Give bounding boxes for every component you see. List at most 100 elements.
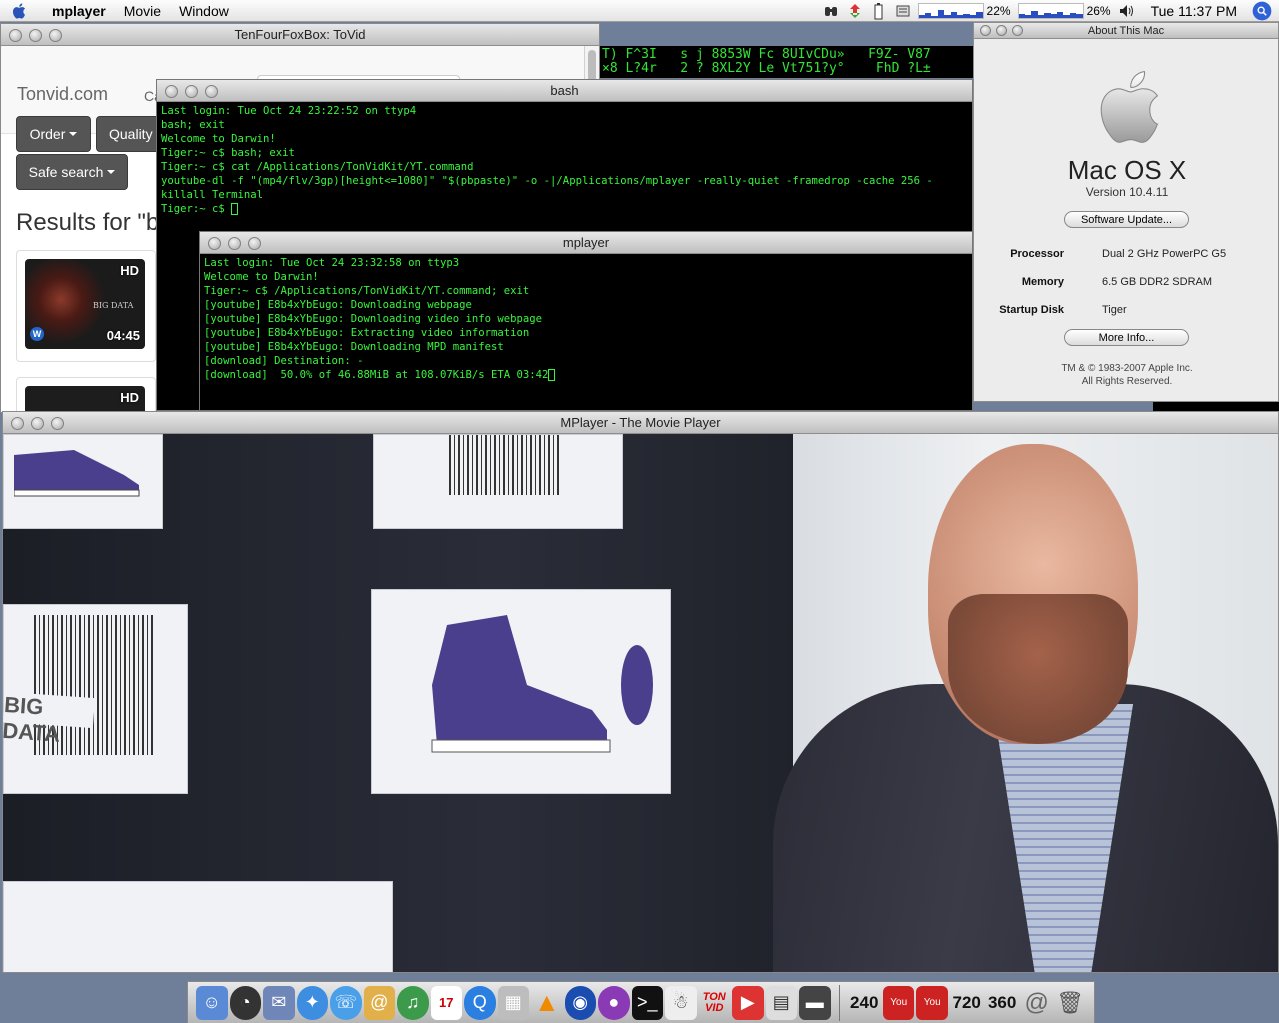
zoom-button[interactable] [205, 85, 218, 98]
bash-title: bash [550, 83, 579, 98]
zoom-button[interactable] [51, 417, 64, 430]
menu-window[interactable]: Window [179, 3, 229, 19]
spotlight-icon[interactable] [1252, 1, 1272, 21]
os-version: Version 10.4.11 [1085, 185, 1169, 199]
video-frame[interactable]: BIG DATA [3, 434, 1278, 972]
chevron-down-icon [69, 132, 78, 136]
terminal-icon[interactable]: >_ [631, 985, 663, 1020]
ical-icon[interactable]: 17 [430, 985, 462, 1020]
close-button[interactable] [165, 85, 178, 98]
close-button[interactable] [9, 29, 22, 42]
site-brand[interactable]: Tonvid.com [17, 84, 108, 105]
volume-icon[interactable] [1119, 3, 1135, 19]
menu-app-name[interactable]: mplayer [52, 3, 106, 19]
dock-360-shortcut[interactable]: 360 [985, 986, 1018, 1020]
terminal-line: [download] Destination: - [204, 355, 364, 367]
processor-label: Processor [1010, 248, 1064, 260]
documents-icon[interactable]: ▤ [765, 985, 797, 1020]
processor-value: Dual 2 GHz PowerPC G5 [1102, 248, 1227, 260]
video-poster: BIG DATA [3, 604, 188, 794]
quicktime-icon[interactable]: Q [464, 985, 496, 1020]
ichat-icon[interactable]: ☏ [330, 985, 362, 1020]
terminal-line: Last login: Tue Oct 24 23:22:52 on ttyp4 [161, 105, 417, 117]
itunes-icon[interactable]: ♫ [397, 985, 429, 1020]
media-player-icon[interactable]: ● [598, 985, 630, 1020]
software-update-button[interactable]: Software Update... [1064, 211, 1189, 228]
tenfourfox-icon[interactable]: ◉ [564, 985, 596, 1020]
video-titlebar[interactable]: MPlayer - The Movie Player [3, 412, 1278, 434]
sync-icon[interactable] [847, 3, 863, 19]
terminal-cursor [548, 369, 556, 381]
minimize-button[interactable] [996, 25, 1007, 36]
memory-value: 6.5 GB DDR2 SDRAM [1102, 276, 1213, 288]
result-card[interactable]: BIG DATA HD W 04:45 [16, 250, 156, 362]
at-sign-icon[interactable]: @ [1021, 986, 1053, 1020]
video-duration: 04:45 [106, 328, 140, 343]
dashboard-icon[interactable]: ◔ [229, 985, 261, 1020]
menu-bar: mplayer Movie Window 22% 26% Tue 11:37 P… [0, 0, 1279, 22]
memory-label: Memory [1021, 276, 1064, 288]
mail-icon[interactable]: ✉ [263, 985, 295, 1020]
terminal-line: killall Terminal [161, 189, 264, 201]
quality-label: Quality [109, 126, 153, 142]
close-button[interactable] [11, 417, 24, 430]
close-button[interactable] [208, 237, 221, 250]
video-thumbnail[interactable]: BIG DATA HD W 04:45 [25, 259, 145, 349]
barcode [449, 435, 559, 495]
bash-titlebar[interactable]: bash [157, 80, 972, 102]
trash-icon[interactable]: 🗑 [1054, 986, 1086, 1020]
terminal-line: Tiger:~ c$ cat /Applications/TonVidKit/Y… [161, 161, 474, 173]
address-book-icon[interactable]: @ [363, 985, 395, 1020]
mascot-app-icon[interactable]: ☃ [665, 985, 697, 1020]
zoom-button[interactable] [1012, 25, 1023, 36]
tonvid-icon[interactable]: TON VID [699, 986, 731, 1020]
battery-icon[interactable] [871, 2, 887, 19]
apple-menu-icon[interactable] [0, 0, 36, 22]
finder-icon[interactable]: ☺ [196, 985, 228, 1020]
youtube-shortcut-icon[interactable]: You [916, 985, 948, 1020]
mplayer-terminal-titlebar[interactable]: mplayer [200, 232, 972, 254]
mplayer-terminal-output[interactable]: Last login: Tue Oct 24 23:32:58 on ttyp3… [200, 254, 972, 384]
safe-search-button[interactable]: Safe search [16, 154, 128, 190]
menu-clock[interactable]: Tue 11:37 PM [1151, 3, 1237, 19]
terminal-progress-line: [download] 50.0% of 46.88MiB at 108.07Ki… [204, 368, 968, 382]
results-title: Results for "b [16, 209, 160, 236]
preview-icon[interactable]: ▦ [497, 985, 529, 1020]
youtube-play-icon[interactable]: ▶ [732, 985, 764, 1020]
browser-titlebar[interactable]: TenFourFoxBox: ToVid [1, 24, 599, 46]
minimize-button[interactable] [29, 29, 42, 42]
minimize-button[interactable] [185, 85, 198, 98]
browser-title: TenFourFoxBox: ToVid [234, 27, 366, 42]
minimize-button[interactable] [228, 237, 241, 250]
vlc-icon[interactable]: ▲ [531, 986, 563, 1020]
binoculars-icon[interactable] [823, 3, 839, 19]
dock-240-shortcut[interactable]: 240 [847, 986, 880, 1020]
minimize-button[interactable] [31, 417, 44, 430]
video-window-controls [11, 417, 64, 430]
safari-icon[interactable]: ✦ [296, 985, 328, 1020]
mplayer-terminal-title: mplayer [562, 235, 610, 250]
terminal-cursor [231, 203, 239, 215]
about-window-controls [980, 25, 1023, 36]
more-info-button[interactable]: More Info... [1064, 329, 1189, 346]
close-button[interactable] [980, 25, 991, 36]
zoom-button[interactable] [248, 237, 261, 250]
chevron-down-icon [107, 170, 116, 174]
browser-window-controls [9, 29, 62, 42]
download-progress: [download] 50.0% of 46.88MiB at 108.07Ki… [204, 369, 549, 381]
safe-search-label: Safe search [28, 164, 104, 180]
order-button[interactable]: Order [16, 116, 91, 152]
about-this-mac-window: About This Mac Mac OS X Version 10.4.11 … [973, 22, 1279, 402]
dock-720-shortcut[interactable]: 720 [950, 986, 983, 1020]
disk-icon[interactable] [895, 3, 911, 19]
terminal-prompt-line: Tiger:~ c$ [161, 202, 968, 216]
bash-output[interactable]: Last login: Tue Oct 24 23:22:52 on ttyp4… [157, 102, 972, 218]
youtube-shortcut-icon[interactable]: You [882, 985, 915, 1020]
menu-movie[interactable]: Movie [124, 3, 161, 19]
bash-window-controls [165, 85, 218, 98]
about-titlebar[interactable]: About This Mac [974, 23, 1278, 39]
terminal-line: [youtube] E8b4xYbEugo: Downloading MPD m… [204, 341, 504, 353]
zoom-button[interactable] [49, 29, 62, 42]
console-icon[interactable]: ▬ [799, 985, 831, 1020]
matrix-screensaver-strip: T) F^3I s j 8853W Fc 8UIvCDu» F9Z- V87 ×… [600, 46, 973, 78]
